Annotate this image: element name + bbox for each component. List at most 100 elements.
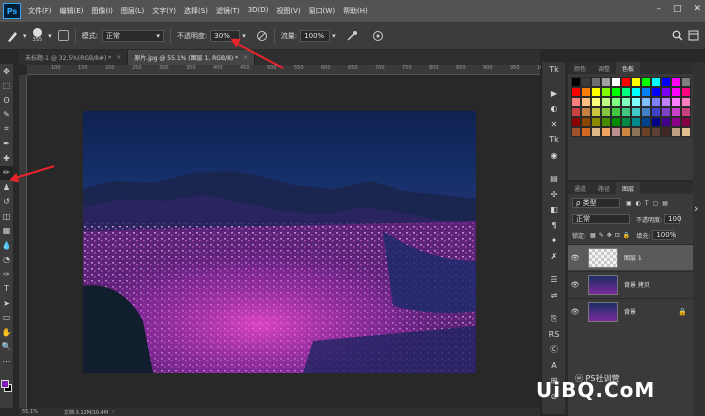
color-swatch[interactable]: [621, 87, 631, 97]
color-swatch[interactable]: [631, 87, 641, 97]
timeline-icon[interactable]: ⇌: [542, 288, 566, 304]
fill-input[interactable]: 100%: [652, 230, 676, 240]
color-swatch[interactable]: [681, 97, 691, 107]
workspace-icon[interactable]: [688, 30, 699, 41]
color-swatch[interactable]: [651, 77, 661, 87]
color-swatch[interactable]: [571, 97, 581, 107]
color-swatch[interactable]: [581, 97, 591, 107]
color-swatch[interactable]: [601, 97, 611, 107]
color-swatch[interactable]: [671, 127, 681, 137]
chevron-right-icon[interactable]: ›: [112, 409, 114, 415]
filter-smart-icon[interactable]: ▤: [662, 200, 668, 207]
adjust-icon[interactable]: ✣: [542, 187, 566, 203]
maximize-button[interactable]: □: [673, 4, 682, 14]
color-swatch[interactable]: [621, 97, 631, 107]
color-swatch[interactable]: [571, 107, 581, 117]
color-swatch[interactable]: [571, 77, 581, 87]
tab-layers[interactable]: 图层: [616, 182, 641, 194]
color-swatch[interactable]: [641, 107, 651, 117]
filter-type-icon[interactable]: T: [645, 200, 649, 207]
filter-pixel-icon[interactable]: ▣: [626, 200, 632, 207]
color-swatch[interactable]: [611, 87, 621, 97]
menu-item[interactable]: 选择(S): [180, 6, 212, 16]
brush-preset-icon[interactable]: ✦: [542, 233, 566, 249]
color-swatch[interactable]: [651, 107, 661, 117]
color-swatch[interactable]: [661, 77, 671, 87]
color-swatch[interactable]: [681, 107, 691, 117]
edit-toolbar-icon[interactable]: ⋯: [0, 354, 13, 369]
info-icon[interactable]: ▤: [542, 171, 566, 187]
rs-icon[interactable]: RS: [542, 327, 566, 343]
menu-item[interactable]: 3D(D): [244, 6, 273, 16]
color-swatch[interactable]: [591, 107, 601, 117]
color-swatch[interactable]: [621, 77, 631, 87]
zoom-tool-icon[interactable]: 🔍: [0, 340, 13, 355]
color-swatch[interactable]: [591, 87, 601, 97]
menu-item[interactable]: 图层(L): [117, 6, 148, 16]
color-swatch[interactable]: [631, 107, 641, 117]
chevron-down-icon[interactable]: ▾: [23, 32, 27, 40]
filter-adjust-icon[interactable]: ◐: [636, 200, 641, 207]
clone-source-icon[interactable]: ⎘: [542, 311, 566, 327]
color-swatch[interactable]: [601, 107, 611, 117]
color-swatch[interactable]: [611, 97, 621, 107]
color-swatch[interactable]: [581, 77, 591, 87]
color-swatch[interactable]: [631, 127, 641, 137]
type-panel-icon[interactable]: Tk: [542, 62, 566, 78]
color-swatch[interactable]: [631, 77, 641, 87]
color-swatch[interactable]: [611, 127, 621, 137]
color-swatch[interactable]: [591, 97, 601, 107]
pressure-opacity-icon[interactable]: [256, 30, 268, 42]
mode-select[interactable]: 正常 ▾: [101, 29, 164, 42]
lock-all-icon[interactable]: 🔒: [623, 232, 630, 239]
color-swatch[interactable]: [651, 87, 661, 97]
layer-opacity-input[interactable]: 100: [664, 214, 681, 224]
brush-tool-icon[interactable]: [6, 29, 20, 43]
close-icon[interactable]: ×: [116, 54, 121, 61]
menu-item[interactable]: 文件(F): [24, 6, 56, 16]
quick-select-tool-icon[interactable]: ✎: [0, 108, 13, 123]
blur-tool-icon[interactable]: 💧: [0, 238, 13, 253]
color-swatch[interactable]: [681, 117, 691, 127]
color-swatch[interactable]: [671, 117, 681, 127]
tab-adjustments[interactable]: 调整: [592, 62, 616, 74]
color-swatch[interactable]: [601, 117, 611, 127]
chevron-down-icon[interactable]: ▾: [48, 32, 52, 40]
color-swatch[interactable]: [661, 117, 671, 127]
color-swatch[interactable]: [601, 127, 611, 137]
menu-item[interactable]: 视图(V): [272, 6, 304, 16]
brush-panel-toggle[interactable]: [57, 30, 69, 41]
chevron-down-icon[interactable]: ▾: [332, 32, 336, 40]
dodge-tool-icon[interactable]: ◔: [0, 253, 13, 268]
close-icon[interactable]: ×: [243, 54, 248, 61]
styles-icon[interactable]: ◧: [542, 202, 566, 218]
color-swatch[interactable]: [631, 97, 641, 107]
color-swatch[interactable]: [671, 87, 681, 97]
color-swatch[interactable]: [681, 127, 691, 137]
lock-transparent-icon[interactable]: ▦: [590, 232, 596, 239]
paragraph-icon[interactable]: ¶: [542, 218, 566, 234]
c-icon[interactable]: Ⓒ: [542, 342, 566, 358]
menu-item[interactable]: 图像(I): [87, 6, 117, 16]
color-swatch[interactable]: [641, 77, 651, 87]
color-swatch[interactable]: [681, 87, 691, 97]
menu-item[interactable]: 编辑(E): [56, 6, 88, 16]
color-swatch[interactable]: [671, 97, 681, 107]
tab-untitled[interactable]: 未标题-1 @ 32.5%(RGB/8#) * ×: [19, 50, 129, 65]
color-swatch[interactable]: [671, 107, 681, 117]
color-swatch[interactable]: [611, 107, 621, 117]
lasso-tool-icon[interactable]: ʘ: [0, 93, 13, 108]
close-button[interactable]: ✕: [693, 4, 701, 14]
color-swatch[interactable]: [641, 87, 651, 97]
filter-shape-icon[interactable]: ▢: [653, 200, 659, 207]
color-swatch[interactable]: [671, 77, 681, 87]
hand-tool-icon[interactable]: ✋: [0, 325, 13, 340]
color-swatch[interactable]: [581, 87, 591, 97]
path-select-tool-icon[interactable]: ➤: [0, 296, 13, 311]
color-swatch[interactable]: [651, 97, 661, 107]
menu-item[interactable]: 滤镜(T): [212, 6, 244, 16]
visibility-eye-icon[interactable]: 👁: [568, 308, 582, 316]
color-swatch[interactable]: [651, 117, 661, 127]
lock-artboard-icon[interactable]: ⊡: [615, 232, 620, 239]
history-icon[interactable]: ◐: [542, 101, 566, 117]
